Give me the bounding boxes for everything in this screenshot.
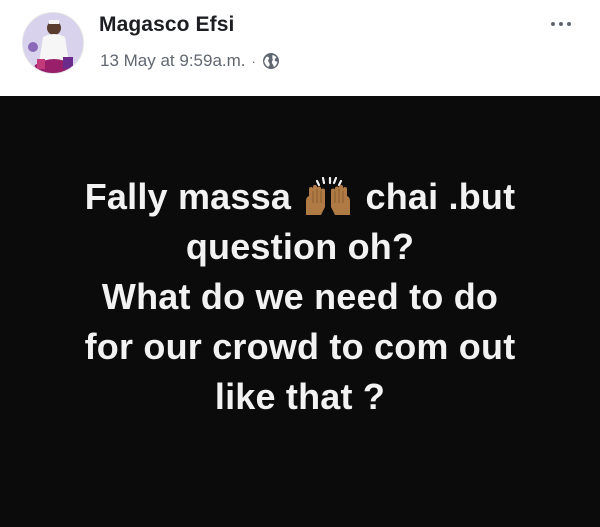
post-text-line-1-end: chai .but: [365, 176, 516, 217]
meta-separator: ·: [251, 53, 256, 69]
post-body: Fally massa chai .but question oh? What …: [0, 96, 600, 527]
post-text-line-1: Fally massa chai .but: [20, 172, 580, 222]
post-text-line-5: like that ?: [214, 376, 386, 417]
post-timestamp[interactable]: 13 May at 9:59a.m.: [100, 51, 246, 71]
post-meta: 13 May at 9:59a.m. ·: [100, 50, 280, 72]
more-options-button[interactable]: [544, 14, 578, 34]
author-name[interactable]: Magasco Efsi: [99, 13, 234, 37]
more-options-dot: [567, 22, 571, 26]
post-text-line-1-start: Fally massa: [84, 176, 292, 217]
globe-icon[interactable]: [262, 52, 280, 70]
more-options-icon: [551, 22, 555, 26]
avatar[interactable]: [22, 12, 84, 74]
raised-hands-emoji-icon: [306, 177, 351, 215]
post-text-line-4: for our crowd to com out: [84, 326, 516, 367]
profile-photo: [23, 13, 83, 73]
more-options-dot: [559, 22, 563, 26]
post-text-line-3: What do we need to do: [101, 276, 499, 317]
post-header: Magasco Efsi 13 May at 9:59a.m. ·: [0, 0, 600, 96]
post-text: Fally massa chai .but question oh? What …: [20, 172, 580, 422]
post-text-line-2: question oh?: [185, 226, 415, 267]
